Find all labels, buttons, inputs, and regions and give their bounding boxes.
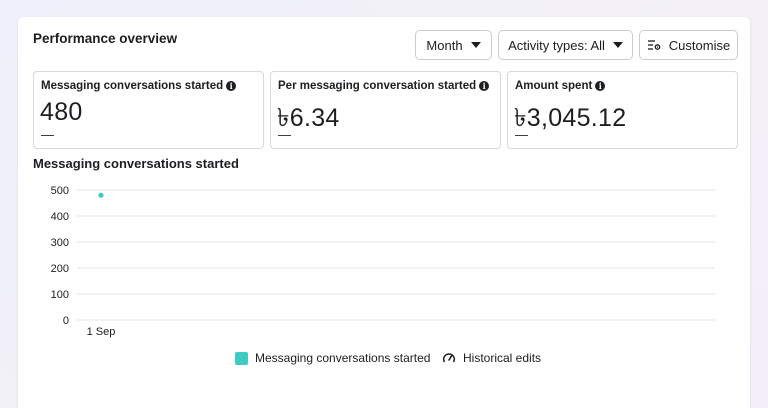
info-icon[interactable]: i	[226, 81, 237, 91]
caret-down-icon	[612, 42, 623, 48]
y-tick-label: 300	[51, 237, 69, 249]
y-tick-label: 200	[51, 263, 69, 275]
metric-label: Per messaging conversation started	[278, 80, 477, 92]
legend-series-label: Messaging conversations started	[255, 351, 431, 365]
metric-value: ৳3,045.12	[514, 104, 627, 132]
y-tick-label: 100	[51, 289, 69, 301]
y-tick-label: 0	[63, 315, 69, 327]
customise-label: Customise	[668, 37, 731, 53]
metric-value: 480	[40, 98, 83, 126]
metric-label: Messaging conversations started	[41, 80, 224, 92]
legend-item-series[interactable]: Messaging conversations started	[235, 351, 430, 365]
customise-button[interactable]: Customise	[639, 30, 738, 60]
metric-card-conversations[interactable]: Messaging conversations started i 480 —	[33, 71, 264, 149]
data-point	[98, 192, 104, 198]
legend-item-historical-edits[interactable]: Historical edits	[442, 351, 541, 365]
metric-delta: —	[515, 127, 528, 142]
x-tick-label: 1 Sep	[87, 326, 116, 338]
performance-panel: Performance overview Month Activity type…	[18, 17, 750, 408]
metric-card-amount-spent[interactable]: Amount spent i ৳3,045.12 —	[507, 71, 738, 149]
gauge-pencil-icon	[442, 353, 456, 363]
chart-title: Messaging conversations started	[33, 156, 239, 171]
sliders-gear-icon	[647, 40, 661, 50]
line-chart: 0 100 200 300 400 500 1 Sep	[51, 185, 715, 338]
metric-delta: —	[41, 127, 54, 142]
month-dropdown[interactable]: Month	[415, 30, 492, 60]
series-swatch	[235, 351, 248, 365]
activity-types-label: Activity types: All	[508, 37, 605, 53]
month-dropdown-label: Month	[426, 37, 463, 53]
y-tick-label: 500	[51, 185, 69, 197]
legend-historical-label: Historical edits	[463, 351, 542, 365]
info-icon[interactable]: i	[479, 81, 490, 91]
activity-types-dropdown[interactable]: Activity types: All	[498, 30, 633, 60]
info-icon[interactable]: i	[595, 81, 606, 91]
caret-down-icon	[470, 42, 481, 48]
page-title: Performance overview	[33, 31, 178, 46]
y-tick-label: 400	[51, 211, 69, 223]
metric-delta: —	[278, 127, 291, 142]
metric-label: Amount spent	[515, 80, 593, 92]
metric-card-cost-per-conversation[interactable]: Per messaging conversation started i ৳6.…	[270, 71, 501, 149]
